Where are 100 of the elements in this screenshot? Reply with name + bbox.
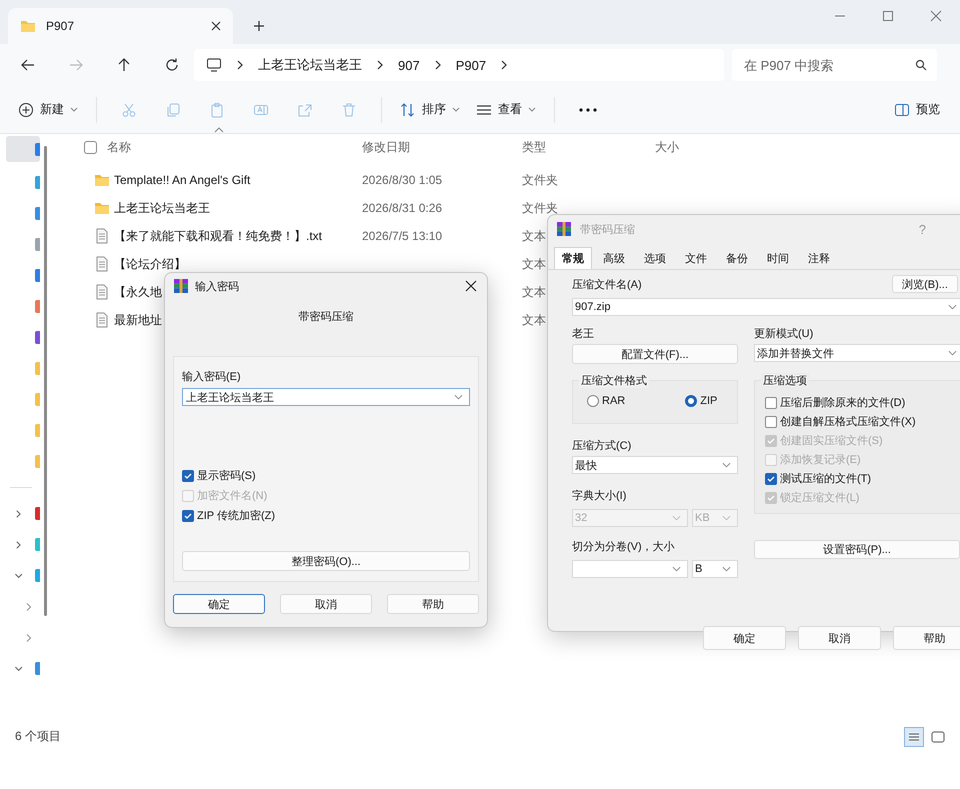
folder-tab[interactable]: P907	[8, 8, 233, 44]
dialog-button[interactable]: 帮助	[893, 626, 960, 650]
field-label: 更新模式(U)	[754, 326, 814, 341]
password-field[interactable]: 上老王论坛当老王	[182, 388, 470, 406]
chevron-right-icon[interactable]	[24, 602, 34, 612]
chevron-right-icon[interactable]	[24, 632, 34, 642]
update-mode-dropdown[interactable]: 添加并替换文件	[754, 344, 960, 362]
document-icon	[94, 256, 110, 272]
details-view-icon[interactable]	[904, 726, 924, 746]
field-label: 压缩文件名(A)	[572, 278, 642, 292]
column-header[interactable]: 名称	[107, 138, 131, 156]
back-icon[interactable]	[20, 57, 36, 73]
scrollbar-thumb[interactable]	[44, 146, 47, 616]
folder-icon	[94, 172, 110, 188]
checkbox-label: 加密文件名(N)	[197, 488, 268, 503]
check-icon	[183, 510, 193, 520]
file-name[interactable]: 上老王论坛当老王	[114, 200, 210, 216]
column-header[interactable]: 大小	[655, 138, 679, 156]
sidebar-item[interactable]	[6, 136, 40, 162]
checkbox[interactable]	[182, 510, 194, 522]
profiles-button[interactable]: 配置文件(F)...	[572, 344, 738, 364]
file-name[interactable]: 【永久地	[114, 284, 162, 300]
caret-down-icon	[528, 106, 536, 112]
dialog-tab[interactable]: 文件	[677, 247, 715, 269]
dialog-tab[interactable]: 高级	[595, 247, 633, 269]
breadcrumb-item[interactable]: P907	[456, 58, 486, 72]
file-name[interactable]: 【来了就能下载和观看！纯免费！】.txt	[114, 228, 322, 244]
dialog-button[interactable]: 确定	[703, 626, 786, 650]
checkbox-label: 显示密码(S)	[197, 468, 256, 483]
file-type: 文本	[522, 228, 546, 244]
column-header[interactable]: 修改日期	[362, 138, 410, 156]
preview-pane-icon	[894, 102, 910, 118]
file-name[interactable]: 最新地址	[114, 312, 162, 328]
dialog-button[interactable]: 取消	[280, 594, 372, 614]
close-icon[interactable]	[465, 280, 477, 292]
chevron-right-icon[interactable]	[14, 540, 24, 550]
new-button[interactable]: 新建	[10, 95, 86, 124]
sort-button[interactable]: 排序	[392, 95, 468, 124]
more-icon[interactable]	[579, 108, 597, 112]
file-name[interactable]: Template!! An Angel's Gift	[114, 173, 250, 187]
field-label: 切分为分卷(V)，大小	[572, 540, 676, 554]
dialog-tab[interactable]: 时间	[759, 247, 797, 269]
check-icon	[766, 436, 776, 446]
dialog-button[interactable]: 取消	[798, 626, 881, 650]
modified-date: 2026/8/31 0:26	[362, 201, 442, 215]
chevron-right-icon	[376, 60, 384, 70]
dialog-tab[interactable]: 备份	[718, 247, 756, 269]
dialog-button[interactable]: 确定	[173, 594, 265, 614]
close-icon[interactable]	[211, 21, 221, 31]
computer-icon	[206, 57, 222, 73]
document-icon	[94, 228, 110, 244]
document-icon	[94, 312, 110, 328]
chevron-down-icon	[454, 394, 463, 400]
file-name[interactable]: 【论坛介绍】	[114, 256, 186, 272]
unit-dropdown[interactable]: B	[692, 560, 738, 578]
caret-down-icon	[452, 106, 460, 112]
checkbox-label: 锁定压缩文件(L)	[780, 490, 860, 505]
up-icon[interactable]	[116, 57, 132, 73]
checkbox[interactable]	[182, 470, 194, 482]
field-label: 老王	[572, 327, 595, 341]
field-label: 字典大小(I)	[572, 488, 628, 503]
check-icon	[183, 470, 193, 480]
browse-button[interactable]: 浏览(B)...	[892, 275, 958, 293]
dialog-button[interactable]: 帮助	[387, 594, 479, 614]
organize-passwords-button[interactable]: 整理密码(O)...	[182, 551, 470, 571]
refresh-icon[interactable]	[164, 57, 180, 73]
breadcrumb-item[interactable]: 上老王论坛当老王	[258, 56, 362, 74]
breadcrumb-item[interactable]: 907	[398, 58, 420, 72]
checkbox-label: 压缩后删除原来的文件(D)	[780, 396, 906, 410]
view-button[interactable]: 查看	[468, 95, 544, 124]
archive-app-icon	[173, 278, 189, 294]
method-dropdown[interactable]: 最快	[572, 456, 738, 474]
radio-button[interactable]	[685, 395, 698, 407]
select-all-checkbox[interactable]	[84, 140, 97, 154]
dialog-tab[interactable]: 选项	[636, 247, 674, 269]
file-type: 文本	[522, 284, 546, 300]
archive-name-field[interactable]: 907.zip	[572, 298, 960, 316]
group-label: 压缩选项	[761, 373, 809, 388]
checkbox-label: 创建固实压缩文件(S)	[780, 434, 883, 448]
checkbox[interactable]	[765, 396, 777, 408]
column-header[interactable]: 类型	[522, 138, 546, 156]
radio-button[interactable]	[587, 395, 599, 407]
preview-button[interactable]: 预览	[886, 95, 948, 124]
dialog-tab[interactable]: 常规	[554, 247, 592, 269]
dialog-tab[interactable]: 注释	[800, 247, 838, 269]
chevron-right-icon	[500, 60, 508, 70]
chevron-down-icon	[672, 566, 681, 572]
maximize-icon[interactable]	[882, 10, 894, 22]
field-label: 输入密码(E)	[182, 370, 242, 384]
plus-icon[interactable]	[253, 20, 265, 32]
checkbox[interactable]	[765, 472, 777, 484]
clipboard-icon[interactable]	[209, 102, 225, 118]
checkbox[interactable]	[765, 416, 777, 428]
set-password-button[interactable]: 设置密码(P)...	[754, 540, 960, 559]
forward-icon[interactable]	[68, 57, 84, 73]
chevron-right-icon[interactable]	[14, 508, 24, 518]
address-bar[interactable]: 上老王论坛当老王 907 P907	[194, 49, 724, 81]
search-field[interactable]: 在 P907 中搜索	[732, 49, 937, 81]
plus-circle-icon	[18, 102, 34, 118]
chevron-down-icon	[722, 462, 731, 468]
